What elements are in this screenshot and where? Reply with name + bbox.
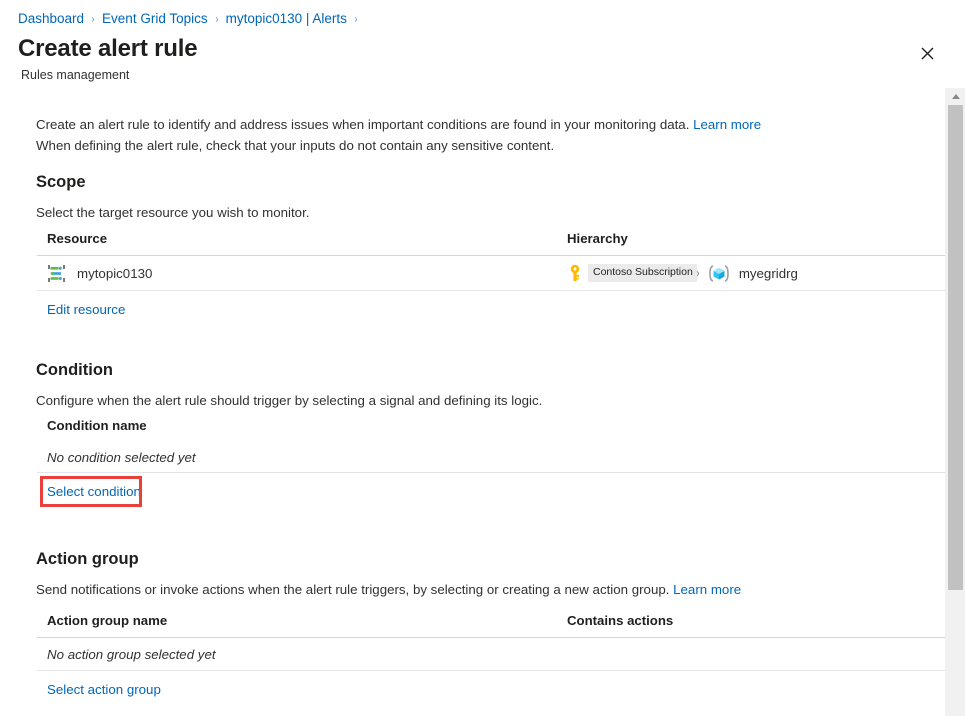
action-group-description: Send notifications or invoke actions whe…: [36, 580, 776, 599]
hierarchy-cell: Contoso Subscription › myegridrg: [567, 264, 946, 283]
subscription-chip: Contoso Subscription: [588, 264, 697, 282]
action-group-table-header: Action group name Contains actions: [37, 613, 946, 638]
intro-text: Create an alert rule to identify and add…: [36, 115, 766, 156]
condition-empty-value: No condition selected yet: [47, 450, 567, 465]
form-content-area: Create an alert rule to identify and add…: [0, 88, 946, 716]
page-title: Create alert rule: [18, 34, 197, 64]
column-header-condition-name: Condition name: [47, 418, 567, 433]
action-group-learn-more-link[interactable]: Learn more: [673, 582, 741, 597]
condition-heading: Condition: [36, 361, 113, 380]
select-action-group-row: Select action group: [37, 671, 946, 697]
intro-line-1: Create an alert rule to identify and add…: [36, 117, 689, 132]
resource-cell: mytopic0130: [47, 264, 567, 283]
close-button[interactable]: [914, 40, 940, 66]
column-header-resource: Resource: [47, 231, 567, 246]
action-group-empty-value: No action group selected yet: [47, 647, 567, 662]
page-subtitle: Rules management: [21, 67, 129, 83]
select-action-group-link[interactable]: Select action group: [47, 682, 161, 697]
scope-table-row[interactable]: mytopic0130 Contos: [37, 256, 946, 291]
scope-heading: Scope: [36, 173, 86, 192]
edit-resource-link[interactable]: Edit resource: [47, 302, 125, 317]
close-icon: [921, 47, 934, 60]
resource-group-name: myegridrg: [739, 266, 798, 281]
scope-description: Select the target resource you wish to m…: [36, 203, 309, 222]
subscription-key-icon: [567, 264, 583, 282]
vertical-scrollbar[interactable]: [945, 88, 965, 716]
breadcrumb-separator-icon: ›: [215, 10, 218, 28]
hierarchy-chevron-icon: ›: [696, 266, 699, 280]
select-condition-link[interactable]: Select condition: [47, 484, 141, 499]
breadcrumb-item-mytopic-alerts[interactable]: mytopic0130 | Alerts: [226, 10, 347, 28]
breadcrumb: Dashboard › Event Grid Topics › mytopic0…: [18, 10, 365, 28]
triangle-up-icon: [952, 94, 960, 99]
condition-table-header: Condition name: [37, 418, 946, 442]
select-condition-row: Select condition: [37, 473, 946, 499]
column-header-contains-actions: Contains actions: [567, 613, 946, 628]
intro-line-2: When defining the alert rule, check that…: [36, 138, 554, 153]
resource-group-icon: [708, 264, 730, 283]
event-grid-topic-icon: [47, 264, 66, 283]
action-group-description-text: Send notifications or invoke actions whe…: [36, 582, 669, 597]
condition-description: Configure when the alert rule should tri…: [36, 391, 542, 410]
breadcrumb-separator-icon: ›: [92, 10, 95, 28]
action-group-table-row: No action group selected yet: [37, 638, 946, 671]
edit-resource-row: Edit resource: [37, 291, 946, 317]
breadcrumb-item-dashboard[interactable]: Dashboard: [18, 10, 84, 28]
scrollbar-thumb[interactable]: [948, 105, 963, 590]
action-group-heading: Action group: [36, 550, 139, 569]
scope-table-header: Resource Hierarchy: [37, 231, 946, 256]
breadcrumb-item-event-grid-topics[interactable]: Event Grid Topics: [102, 10, 208, 28]
scroll-up-button[interactable]: [946, 88, 965, 105]
breadcrumb-separator-icon: ›: [354, 10, 357, 28]
condition-table-row: No condition selected yet: [37, 442, 946, 473]
column-header-action-group-name: Action group name: [47, 613, 567, 628]
column-header-hierarchy: Hierarchy: [567, 231, 946, 246]
resource-name: mytopic0130: [77, 266, 152, 281]
action-group-table: Action group name Contains actions No ac…: [37, 613, 946, 697]
scope-table: Resource Hierarchy: [37, 231, 946, 317]
intro-learn-more-link[interactable]: Learn more: [693, 117, 761, 132]
condition-table: Condition name No condition selected yet…: [37, 418, 946, 499]
